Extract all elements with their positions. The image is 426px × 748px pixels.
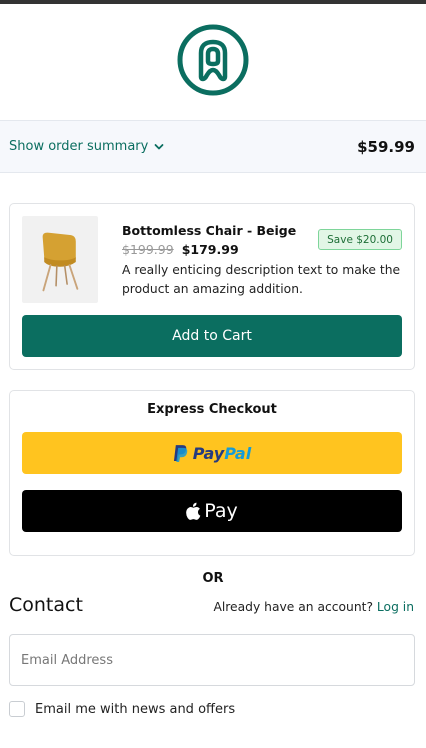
chevron-down-icon: [154, 143, 164, 149]
order-total: $59.99: [357, 137, 415, 156]
login-prompt: Already have an account? Log in: [213, 600, 414, 614]
add-to-cart-button[interactable]: Add to Cart: [22, 315, 402, 357]
show-order-summary-toggle[interactable]: Show order summary: [9, 139, 164, 154]
product-description: A really enticing description text to ma…: [122, 263, 401, 296]
paypal-wordmark: PayPal: [193, 444, 251, 463]
newsletter-checkbox[interactable]: [9, 701, 25, 717]
order-summary-bar: Show order summary $59.99: [0, 120, 426, 173]
product-image: [22, 216, 98, 303]
original-price: $199.99: [122, 242, 174, 257]
header: [0, 4, 426, 120]
product-card: Bottomless Chair - Beige $199.99 $179.99…: [9, 203, 415, 370]
contact-title: Contact: [9, 594, 83, 616]
paypal-wordmark-pay: Pay: [192, 443, 225, 463]
apple-icon: [186, 502, 201, 520]
sale-price: $179.99: [181, 242, 239, 257]
express-checkout-title: Express Checkout: [147, 402, 277, 417]
apple-pay-button[interactable]: Pay: [22, 490, 402, 532]
newsletter-option: Email me with news and offers: [9, 701, 235, 717]
product-title: Bottomless Chair - Beige: [122, 223, 297, 238]
paypal-icon: [173, 444, 187, 462]
product-prices: $199.99 $179.99: [122, 242, 239, 257]
paypal-button[interactable]: PayPal: [22, 432, 402, 474]
email-input[interactable]: [9, 634, 415, 686]
express-checkout-card: Express Checkout PayPal Pay: [9, 390, 415, 556]
save-badge: Save $20.00: [318, 229, 402, 250]
login-link[interactable]: Log in: [377, 600, 414, 614]
newsletter-label: Email me with news and offers: [35, 701, 236, 717]
chair-icon: [42, 232, 79, 291]
or-divider: OR: [202, 571, 224, 586]
account-prompt-text: Already have an account?: [213, 600, 373, 614]
apple-pay-label: Pay: [204, 500, 238, 522]
order-summary-label: Show order summary: [9, 139, 149, 154]
brand-logo-icon[interactable]: [176, 23, 250, 97]
paypal-wordmark-pal: Pal: [224, 443, 252, 463]
